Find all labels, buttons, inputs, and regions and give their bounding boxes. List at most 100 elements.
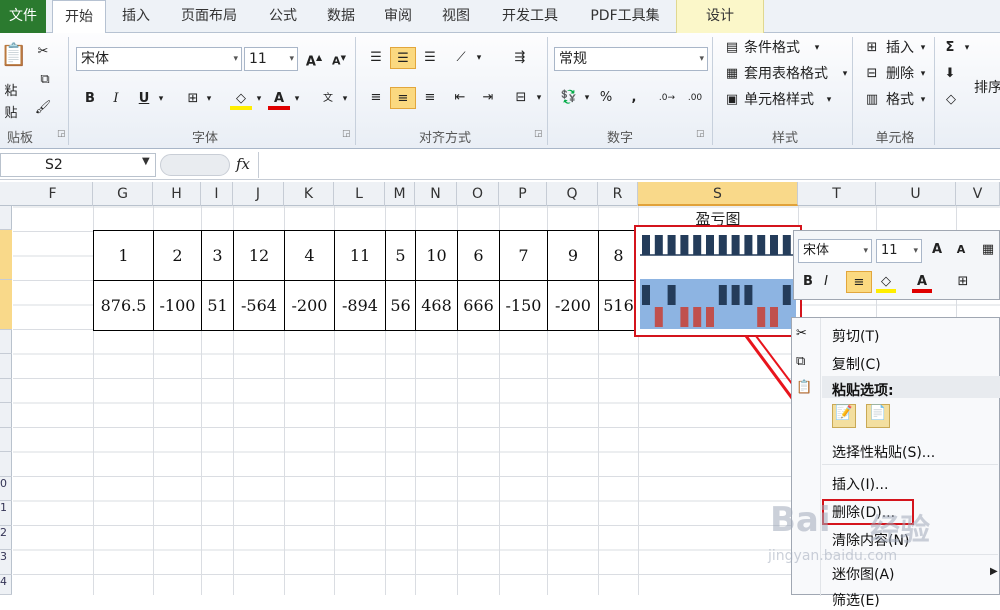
italic-button[interactable]: I bbox=[108, 88, 124, 110]
column-header[interactable]: T bbox=[798, 182, 876, 206]
data-cell[interactable]: 56 bbox=[385, 280, 416, 331]
data-cell[interactable]: 3 bbox=[201, 230, 234, 281]
shrink-font-icon[interactable]: A bbox=[952, 239, 970, 261]
chevron-down-icon[interactable]: ▾ bbox=[340, 88, 350, 110]
data-cell[interactable]: 6 bbox=[457, 230, 500, 281]
menu-item-cut[interactable]: 剪切(T) bbox=[832, 326, 879, 346]
row-header[interactable] bbox=[0, 428, 12, 452]
format-painter-icon[interactable]: ▦ bbox=[978, 239, 998, 261]
chevron-down-icon[interactable]: ▾ bbox=[204, 88, 214, 110]
chevron-down-icon[interactable]: ▾ bbox=[582, 87, 592, 109]
insert-cells-button[interactable]: 插入 bbox=[884, 37, 916, 59]
name-box[interactable]: S2 bbox=[0, 153, 156, 177]
data-cell[interactable]: 468 bbox=[415, 280, 458, 331]
data-cell[interactable]: 516 bbox=[598, 280, 639, 331]
border-icon[interactable]: ⊞ bbox=[184, 88, 202, 110]
column-header[interactable]: R bbox=[598, 182, 638, 206]
data-cell[interactable]: 11 bbox=[334, 230, 386, 281]
data-cell[interactable]: 51 bbox=[201, 280, 234, 331]
align-bottom-icon[interactable]: ☰ bbox=[420, 47, 440, 69]
menu-item-copy[interactable]: 复制(C) bbox=[832, 354, 881, 374]
format-cells-button[interactable]: 格式 bbox=[884, 89, 916, 111]
row-header[interactable]: 2 bbox=[0, 526, 12, 550]
phonetic-icon[interactable]: 文 bbox=[318, 88, 338, 110]
tab-view[interactable]: 视图 bbox=[432, 0, 480, 33]
column-header[interactable]: H bbox=[153, 182, 201, 206]
data-cell[interactable]: -200 bbox=[547, 280, 599, 331]
percent-button[interactable]: % bbox=[598, 87, 614, 109]
clear-eraser-icon[interactable]: ◇ bbox=[942, 89, 960, 111]
chevron-down-icon[interactable]: ▾ bbox=[812, 37, 822, 59]
data-cell[interactable]: 2 bbox=[153, 230, 202, 281]
column-header[interactable]: Q bbox=[547, 182, 598, 206]
data-cell[interactable]: 5 bbox=[385, 230, 416, 281]
row-header[interactable]: 4 bbox=[0, 575, 12, 595]
chevron-down-icon[interactable]: ▾ bbox=[474, 47, 484, 69]
grow-font-icon[interactable]: A▲ bbox=[304, 47, 324, 69]
column-header[interactable]: F bbox=[13, 182, 93, 206]
currency-icon[interactable]: 💱 bbox=[558, 87, 580, 109]
chevron-down-icon[interactable]: ▾ bbox=[292, 88, 302, 110]
font-size-combo[interactable]: 11 ▾ bbox=[244, 47, 298, 71]
tab-design[interactable]: 设计 bbox=[676, 0, 764, 33]
shrink-font-icon[interactable]: A▼ bbox=[330, 47, 348, 69]
data-cell[interactable]: 876.5 bbox=[93, 280, 154, 331]
bold-button[interactable]: B bbox=[800, 271, 816, 293]
copy-icon[interactable]: ⧉ bbox=[34, 69, 56, 91]
row-header[interactable] bbox=[0, 379, 12, 403]
font-name-combo[interactable]: 宋体 ▾ bbox=[76, 47, 242, 71]
row-header-selected[interactable] bbox=[0, 280, 12, 330]
decrease-indent-icon[interactable]: ⇤ bbox=[450, 87, 470, 109]
align-center-icon[interactable]: ≡ bbox=[390, 87, 416, 109]
chevron-down-icon[interactable]: ▼ bbox=[142, 156, 150, 167]
row-header[interactable] bbox=[0, 354, 12, 379]
column-header[interactable]: J bbox=[233, 182, 284, 206]
sort-filter-button[interactable]: 排序 bbox=[974, 77, 1000, 99]
chevron-down-icon[interactable]: ▾ bbox=[156, 88, 166, 110]
format-cells-icon[interactable]: ▥ bbox=[862, 89, 882, 111]
row-header[interactable] bbox=[0, 206, 12, 230]
row-header[interactable]: 1 bbox=[0, 501, 12, 526]
font-launcher-icon[interactable]: ◲ bbox=[342, 129, 351, 139]
menu-item-sparklines[interactable]: 迷你图(A) bbox=[832, 564, 895, 584]
data-cell[interactable]: 12 bbox=[233, 230, 285, 281]
number-format-combo[interactable]: 常规 ▾ bbox=[554, 47, 708, 71]
tab-pdf-tools[interactable]: PDF工具集 bbox=[580, 0, 670, 33]
chevron-down-icon[interactable]: ▾ bbox=[918, 37, 928, 59]
align-center-icon[interactable]: ≡ bbox=[846, 271, 872, 293]
delete-cells-button[interactable]: 删除 bbox=[884, 63, 916, 85]
tab-home[interactable]: 开始 bbox=[52, 0, 106, 34]
paste-option-icon[interactable]: 📝 bbox=[832, 404, 856, 428]
chevron-down-icon[interactable]: ▾ bbox=[824, 89, 834, 111]
menu-item-paste-special[interactable]: 选择性粘贴(S)... bbox=[832, 442, 935, 462]
cell-styles-button[interactable]: 单元格样式 bbox=[744, 89, 824, 111]
data-cell[interactable]: 10 bbox=[415, 230, 458, 281]
sparkline-cells[interactable] bbox=[634, 225, 802, 337]
alignment-launcher-icon[interactable]: ◲ bbox=[534, 129, 543, 139]
orientation-icon[interactable]: ⟋ bbox=[450, 47, 472, 69]
column-header[interactable]: I bbox=[201, 182, 233, 206]
clipboard-launcher-icon[interactable]: ◲ bbox=[57, 129, 66, 139]
mini-font-combo[interactable]: 宋体 ▾ bbox=[798, 239, 872, 263]
fill-down-icon[interactable]: ⬇ bbox=[942, 63, 958, 85]
row-header[interactable] bbox=[0, 452, 12, 477]
paste-values-icon[interactable]: 📄 bbox=[866, 404, 890, 428]
menu-item-filter[interactable]: 筛选(E) bbox=[832, 590, 880, 610]
underline-button[interactable]: U bbox=[136, 88, 152, 110]
delete-cells-icon[interactable]: ⊟ bbox=[862, 63, 882, 85]
format-painter-icon[interactable]: 🖌 bbox=[34, 97, 52, 119]
bold-button[interactable]: B bbox=[82, 88, 98, 110]
column-header[interactable]: O bbox=[457, 182, 499, 206]
paste-button[interactable]: 粘贴 bbox=[0, 81, 22, 121]
italic-button[interactable]: I bbox=[818, 271, 834, 293]
autosum-button[interactable]: Σ bbox=[942, 37, 958, 59]
row-header[interactable]: 3 bbox=[0, 550, 12, 575]
tab-data[interactable]: 数据 bbox=[316, 0, 366, 33]
decrease-decimal-icon[interactable]: .00 bbox=[684, 87, 706, 109]
increase-decimal-icon[interactable]: .0→ bbox=[656, 87, 678, 109]
cut-icon[interactable]: ✂ bbox=[34, 41, 52, 63]
chevron-down-icon[interactable]: ▾ bbox=[534, 87, 544, 109]
chevron-down-icon[interactable]: ▾ bbox=[254, 88, 264, 110]
data-cell[interactable]: 8 bbox=[598, 230, 639, 281]
comma-button[interactable]: , bbox=[628, 87, 640, 109]
